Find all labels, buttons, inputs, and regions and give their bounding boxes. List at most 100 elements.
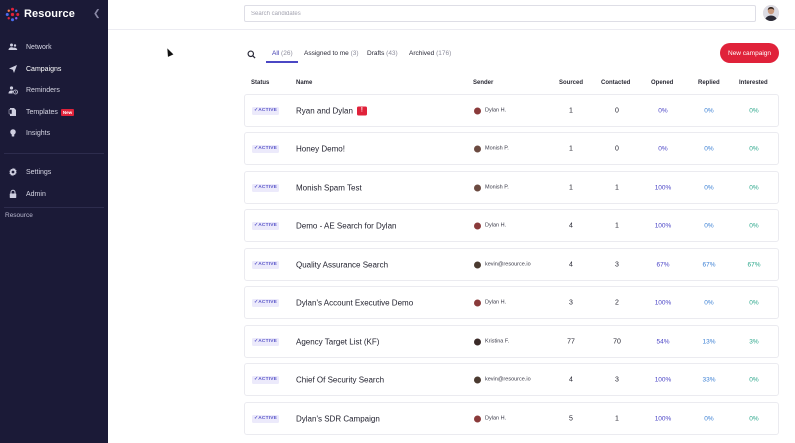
tab-count: (26): [281, 50, 293, 57]
column-header-sender[interactable]: Sender: [473, 80, 493, 86]
sidebar-item-label: Templates: [26, 108, 58, 116]
sidebar-item-label: Campaigns: [26, 65, 62, 73]
contacted-count: 70: [613, 338, 621, 345]
status-badge: ✓ACTIVE: [252, 298, 280, 307]
sidebar-item-label: Insights: [26, 129, 51, 137]
opened-rate: 100%: [654, 299, 672, 306]
sourced-count: 4: [569, 261, 573, 268]
sourced-count: 4: [569, 222, 573, 229]
sidebar-item-admin[interactable]: Admin: [0, 184, 108, 204]
column-header-contacted[interactable]: Contacted: [601, 80, 630, 86]
contacted-count: 1: [615, 415, 619, 422]
replied-rate: 33%: [702, 376, 716, 383]
campaign-name: Agency Target List (KF): [296, 337, 380, 346]
tab-drafts[interactable]: Drafts (43): [367, 50, 398, 57]
sidebar-item-reminders[interactable]: Reminders: [0, 80, 108, 100]
campaign-name: Monish Spam Test: [296, 183, 362, 192]
sender: Dylan H.: [474, 222, 506, 229]
status-badge: ✓ACTIVE: [252, 375, 280, 384]
table-row[interactable]: ✓ACTIVE Ryan and Dylan! Dylan H. 1 0 0% …: [244, 94, 779, 127]
sourced-count: 3: [569, 299, 573, 306]
column-header-sourced[interactable]: Sourced: [559, 80, 583, 86]
interested-rate: 0%: [749, 107, 759, 114]
table-row[interactable]: ✓ACTIVE Demo - AE Search for Dylan Dylan…: [244, 209, 779, 242]
sourced-count: 77: [567, 338, 575, 345]
new-campaign-button[interactable]: New campaign: [720, 43, 779, 63]
sidebar-divider: [4, 153, 104, 154]
resource-logo-icon: [5, 7, 20, 21]
column-header-status[interactable]: Status: [251, 80, 269, 86]
table-row[interactable]: ✓ACTIVE Honey Demo! Monish P. 1 0 0% 0% …: [244, 132, 779, 165]
interested-rate: 3%: [749, 338, 759, 345]
column-header-opened[interactable]: Opened: [651, 80, 673, 86]
contacted-count: 2: [615, 299, 619, 306]
interested-rate: 0%: [749, 299, 759, 306]
sidebar-divider: [4, 207, 104, 208]
sidebar-item-label: Network: [26, 43, 52, 51]
status-badge: ✓ACTIVE: [252, 260, 280, 269]
opened-rate: 0%: [658, 107, 668, 114]
tab-all[interactable]: All (26): [272, 50, 293, 57]
tab-count: (43): [386, 50, 398, 57]
sidebar-item-insights[interactable]: Insights: [0, 123, 108, 143]
avatar[interactable]: [763, 5, 779, 21]
tab-count: (176): [436, 50, 452, 57]
lock-icon: [7, 188, 19, 200]
opened-rate: 0%: [658, 145, 668, 152]
sidebar: Resource ❮ Network Campaigns Reminders T…: [0, 0, 108, 443]
sender-avatar: [474, 261, 481, 268]
sender-avatar: [474, 145, 481, 152]
status-badge: ✓ACTIVE: [252, 337, 280, 346]
contacted-count: 3: [615, 376, 619, 383]
table-row[interactable]: ✓ACTIVE Monish Spam Test Monish P. 1 1 1…: [244, 171, 779, 204]
mouse-cursor-icon: [164, 47, 174, 57]
sourced-count: 5: [569, 415, 573, 422]
status-badge: ✓ACTIVE: [252, 183, 280, 192]
app-root: Resource ❮ Network Campaigns Reminders T…: [0, 0, 795, 443]
organization-label: Resource: [5, 212, 33, 219]
sourced-count: 1: [569, 184, 573, 191]
table-row[interactable]: ✓ACTIVE Agency Target List (KF) Kristina…: [244, 325, 779, 358]
replied-rate: 0%: [704, 107, 714, 114]
interested-rate: 0%: [749, 184, 759, 191]
table-row[interactable]: ✓ACTIVE Chief Of Security Search kevin@r…: [244, 363, 779, 396]
tab-label: All: [272, 50, 280, 57]
replied-rate: 0%: [704, 299, 714, 306]
sourced-count: 1: [569, 107, 573, 114]
table-row[interactable]: ✓ACTIVE Quality Assurance Search kevin@r…: [244, 248, 779, 281]
sender-avatar: [474, 415, 481, 422]
brand-name: Resource: [24, 8, 75, 20]
user-avatar-icon: [763, 5, 779, 21]
search-icon[interactable]: [247, 50, 256, 59]
active-tab-indicator: [266, 61, 298, 63]
sidebar-item-network[interactable]: Network: [0, 37, 108, 57]
column-header-name[interactable]: Name: [296, 80, 312, 86]
contacted-count: 1: [615, 222, 619, 229]
table-row[interactable]: ✓ACTIVE Dylan's SDR Campaign Dylan H. 5 …: [244, 402, 779, 435]
brand[interactable]: Resource: [5, 5, 75, 23]
opened-rate: 100%: [654, 376, 672, 383]
new-badge: New: [60, 108, 75, 116]
status-badge: ✓ACTIVE: [252, 414, 280, 423]
campaign-name: Dylan's SDR Campaign: [296, 414, 380, 423]
search-candidates-input[interactable]: [244, 5, 756, 22]
replied-rate: 0%: [704, 184, 714, 191]
document-icon: [7, 106, 19, 118]
sidebar-item-campaigns[interactable]: Campaigns: [0, 59, 108, 79]
replied-rate: 0%: [704, 222, 714, 229]
sidebar-item-settings[interactable]: Settings: [0, 162, 108, 182]
opened-rate: 100%: [654, 222, 672, 229]
sender-avatar: [474, 222, 481, 229]
campaign-name: Honey Demo!: [296, 144, 345, 153]
sidebar-item-templates[interactable]: Templates New: [0, 102, 108, 122]
column-header-replied[interactable]: Replied: [698, 80, 720, 86]
opened-rate: 67%: [656, 261, 670, 268]
column-header-interested[interactable]: Interested: [739, 80, 768, 86]
gear-icon: [7, 166, 19, 178]
table-row[interactable]: ✓ACTIVE Dylan's Account Executive Demo D…: [244, 286, 779, 319]
sender: Dylan H.: [474, 107, 506, 114]
user-clock-icon: [7, 84, 19, 96]
tab-archived[interactable]: Archived (176): [409, 50, 451, 57]
tab-assigned-to-me[interactable]: Assigned to me (3): [304, 50, 359, 57]
collapse-sidebar-icon[interactable]: ❮: [93, 8, 101, 19]
